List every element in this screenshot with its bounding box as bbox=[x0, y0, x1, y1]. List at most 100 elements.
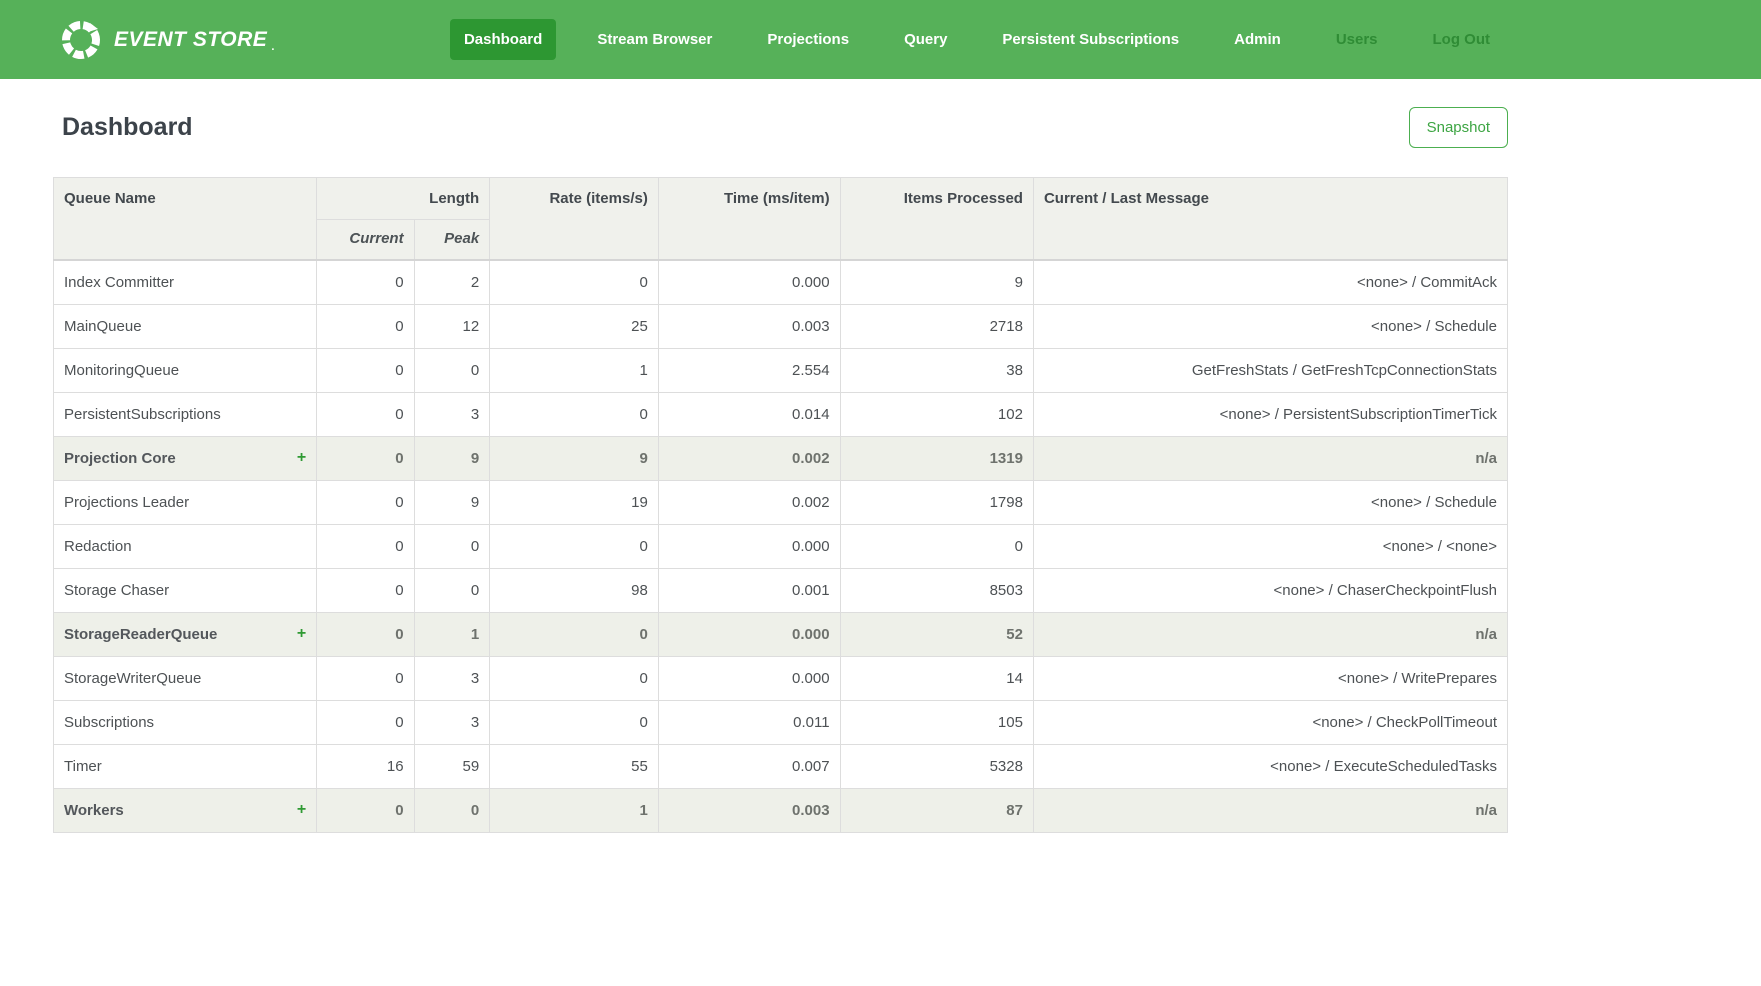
message-value: n/a bbox=[1033, 436, 1507, 480]
queue-name-label: MonitoringQueue bbox=[64, 362, 179, 379]
table-row: StorageReaderQueue + 0 1 0 0.000 52 n/a bbox=[54, 612, 1508, 656]
time-value: 0.003 bbox=[658, 788, 840, 832]
page-head: Dashboard Snapshot bbox=[53, 105, 1508, 149]
queue-name-label: MainQueue bbox=[64, 318, 142, 335]
message-value: <none> / WritePrepares bbox=[1033, 656, 1507, 700]
snapshot-button[interactable]: Snapshot bbox=[1409, 107, 1508, 148]
items-processed-value: 5328 bbox=[840, 744, 1033, 788]
rate-value: 9 bbox=[490, 436, 659, 480]
peak-value: 0 bbox=[414, 348, 490, 392]
event-store-ring-icon bbox=[60, 19, 102, 61]
rate-value: 1 bbox=[490, 348, 659, 392]
queues-table-header: Queue Name Length Rate (items/s) Time (m… bbox=[54, 178, 1508, 261]
time-value: 0.000 bbox=[658, 524, 840, 568]
current-value: 0 bbox=[317, 392, 414, 436]
table-row: Index Committer 0 2 0 0.000 9 <none> / C… bbox=[54, 260, 1508, 304]
expand-plus-icon[interactable]: + bbox=[297, 801, 306, 819]
navbar: EVENT STORE . Dashboard Stream Browser Pro… bbox=[0, 0, 1761, 79]
items-processed-value: 2718 bbox=[840, 304, 1033, 348]
items-processed-value: 38 bbox=[840, 348, 1033, 392]
col-header-time: Time (ms/item) bbox=[658, 178, 840, 261]
time-value: 0.003 bbox=[658, 304, 840, 348]
current-value: 0 bbox=[317, 480, 414, 524]
items-processed-value: 87 bbox=[840, 788, 1033, 832]
col-header-rate: Rate (items/s) bbox=[490, 178, 659, 261]
queue-table-body: Index Committer 0 2 0 0.000 9 <none> / C… bbox=[54, 260, 1508, 832]
time-value: 0.000 bbox=[658, 612, 840, 656]
nav-item-dashboard[interactable]: Dashboard bbox=[450, 19, 556, 60]
time-value: 0.000 bbox=[658, 260, 840, 304]
rate-value: 1 bbox=[490, 788, 659, 832]
rate-value: 55 bbox=[490, 744, 659, 788]
nav-item-projections[interactable]: Projections bbox=[753, 19, 863, 60]
nav-item-stream-browser[interactable]: Stream Browser bbox=[583, 19, 726, 60]
current-value: 0 bbox=[317, 304, 414, 348]
rate-value: 0 bbox=[490, 524, 659, 568]
current-value: 0 bbox=[317, 568, 414, 612]
col-header-message: Current / Last Message bbox=[1033, 178, 1507, 261]
items-processed-value: 1319 bbox=[840, 436, 1033, 480]
peak-value: 1 bbox=[414, 612, 490, 656]
event-store-logo[interactable]: EVENT STORE . bbox=[60, 19, 274, 61]
rate-value: 0 bbox=[490, 612, 659, 656]
table-row: MonitoringQueue 0 0 1 2.554 38 GetFreshS… bbox=[54, 348, 1508, 392]
rate-value: 0 bbox=[490, 656, 659, 700]
table-row: Subscriptions 0 3 0 0.011 105 <none> / C… bbox=[54, 700, 1508, 744]
queue-name-label: StorageReaderQueue bbox=[64, 626, 217, 643]
nav-item-log-out[interactable]: Log Out bbox=[1419, 19, 1504, 60]
queue-name-label: Projections Leader bbox=[64, 494, 189, 511]
col-header-length: Length bbox=[317, 178, 490, 220]
nav-item-persistent-subscriptions[interactable]: Persistent Subscriptions bbox=[988, 19, 1193, 60]
peak-value: 3 bbox=[414, 700, 490, 744]
message-value: <none> / ChaserCheckpointFlush bbox=[1033, 568, 1507, 612]
queue-name-label: Timer bbox=[64, 758, 102, 775]
queue-name-label: Index Committer bbox=[64, 274, 174, 291]
time-value: 0.001 bbox=[658, 568, 840, 612]
time-value: 0.002 bbox=[658, 480, 840, 524]
table-row: PersistentSubscriptions 0 3 0 0.014 102 … bbox=[54, 392, 1508, 436]
message-value: <none> / CommitAck bbox=[1033, 260, 1507, 304]
time-value: 0.002 bbox=[658, 436, 840, 480]
nav-item-admin[interactable]: Admin bbox=[1220, 19, 1295, 60]
peak-value: 0 bbox=[414, 788, 490, 832]
col-header-peak: Peak bbox=[414, 220, 490, 261]
message-value: n/a bbox=[1033, 612, 1507, 656]
expand-plus-icon[interactable]: + bbox=[297, 449, 306, 467]
current-value: 0 bbox=[317, 700, 414, 744]
table-row: StorageWriterQueue 0 3 0 0.000 14 <none>… bbox=[54, 656, 1508, 700]
queue-name-label: Projection Core bbox=[64, 450, 176, 467]
table-row: Timer 16 59 55 0.007 5328 <none> / Execu… bbox=[54, 744, 1508, 788]
current-value: 0 bbox=[317, 348, 414, 392]
peak-value: 9 bbox=[414, 436, 490, 480]
items-processed-value: 0 bbox=[840, 524, 1033, 568]
time-value: 2.554 bbox=[658, 348, 840, 392]
table-row: Projections Leader 0 9 19 0.002 1798 <no… bbox=[54, 480, 1508, 524]
queue-name-label: Storage Chaser bbox=[64, 582, 169, 599]
nav-item-users[interactable]: Users bbox=[1322, 19, 1392, 60]
time-value: 0.007 bbox=[658, 744, 840, 788]
items-processed-value: 105 bbox=[840, 700, 1033, 744]
rate-value: 0 bbox=[490, 260, 659, 304]
rate-value: 25 bbox=[490, 304, 659, 348]
expand-plus-icon[interactable]: + bbox=[297, 625, 306, 643]
peak-value: 12 bbox=[414, 304, 490, 348]
message-value: <none> / ExecuteScheduledTasks bbox=[1033, 744, 1507, 788]
table-row: Redaction 0 0 0 0.000 0 <none> / <none> bbox=[54, 524, 1508, 568]
peak-value: 3 bbox=[414, 392, 490, 436]
rate-value: 0 bbox=[490, 392, 659, 436]
items-processed-value: 1798 bbox=[840, 480, 1033, 524]
peak-value: 59 bbox=[414, 744, 490, 788]
time-value: 0.014 bbox=[658, 392, 840, 436]
message-value: <none> / PersistentSubscriptionTimerTick bbox=[1033, 392, 1507, 436]
items-processed-value: 14 bbox=[840, 656, 1033, 700]
message-value: <none> / Schedule bbox=[1033, 480, 1507, 524]
message-value: GetFreshStats / GetFreshTcpConnectionSta… bbox=[1033, 348, 1507, 392]
queue-name-label: Redaction bbox=[64, 538, 132, 555]
peak-value: 2 bbox=[414, 260, 490, 304]
table-row: Workers + 0 0 1 0.003 87 n/a bbox=[54, 788, 1508, 832]
items-processed-value: 52 bbox=[840, 612, 1033, 656]
current-value: 0 bbox=[317, 612, 414, 656]
logo-trademark-dot: . bbox=[271, 41, 274, 53]
nav-item-query[interactable]: Query bbox=[890, 19, 961, 60]
table-row: MainQueue 0 12 25 0.003 2718 <none> / Sc… bbox=[54, 304, 1508, 348]
